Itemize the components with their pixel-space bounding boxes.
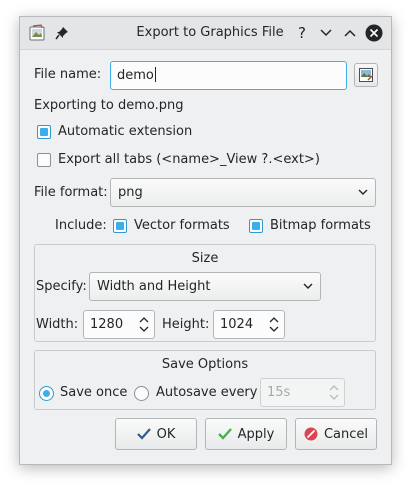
vector-formats-checkbox[interactable] bbox=[113, 219, 127, 233]
width-value: 1280 bbox=[90, 317, 124, 332]
file-name-value: demo bbox=[117, 68, 154, 83]
specify-label: Specify: bbox=[36, 279, 87, 294]
include-label: Include: bbox=[55, 218, 107, 233]
title-bar: Export to Graphics File ? bbox=[20, 17, 391, 50]
bitmap-formats-checkbox[interactable] bbox=[249, 219, 263, 233]
exporting-info: Exporting to demo.png bbox=[34, 98, 184, 113]
chevron-down-icon bbox=[320, 29, 332, 37]
close-button[interactable] bbox=[364, 23, 384, 43]
save-once-label: Save once bbox=[60, 385, 128, 400]
autosave-interval-spinbox[interactable]: 15s bbox=[260, 378, 345, 407]
save-once-radio[interactable] bbox=[39, 386, 54, 401]
apply-label: Apply bbox=[237, 426, 275, 442]
cancel-label: Cancel bbox=[323, 426, 369, 442]
size-group: Size Specify: Width and Height Width: 12… bbox=[34, 244, 376, 342]
close-icon bbox=[365, 24, 383, 42]
apply-button[interactable]: Apply bbox=[205, 418, 287, 450]
height-value: 1024 bbox=[220, 317, 254, 332]
check-green-icon bbox=[217, 428, 232, 440]
export-all-tabs-checkbox[interactable] bbox=[37, 153, 51, 167]
chevron-down-icon bbox=[358, 189, 368, 195]
save-options-group: Save Options Save once Autosave every 15… bbox=[34, 350, 376, 410]
export-all-tabs-label: Export all tabs (<name>_View ?.<ext>) bbox=[58, 152, 320, 167]
automatic-extension-label: Automatic extension bbox=[58, 124, 193, 139]
ok-label: OK bbox=[156, 426, 176, 442]
bitmap-formats-label: Bitmap formats bbox=[270, 218, 371, 233]
automatic-extension-checkbox[interactable] bbox=[37, 125, 51, 139]
specify-value: Width and Height bbox=[97, 279, 211, 294]
minimize-button[interactable] bbox=[316, 23, 336, 43]
file-name-input[interactable]: demo bbox=[110, 61, 347, 90]
export-image-icon[interactable] bbox=[28, 24, 46, 42]
file-format-value: png bbox=[118, 185, 143, 200]
chevron-up-icon bbox=[344, 29, 356, 37]
width-spinbox[interactable]: 1280 bbox=[83, 310, 155, 339]
cancel-icon bbox=[304, 427, 318, 441]
export-dialog: Export to Graphics File ? File name: dem… bbox=[19, 16, 392, 465]
size-group-title: Size bbox=[191, 251, 219, 266]
width-label: Width: bbox=[36, 317, 79, 332]
autosave-interval-value: 15s bbox=[267, 385, 291, 400]
spin-arrows-icon[interactable] bbox=[269, 316, 279, 333]
file-name-label: File name: bbox=[34, 67, 102, 82]
spin-arrows-icon[interactable] bbox=[139, 316, 149, 333]
window-title: Export to Graphics File bbox=[136, 25, 284, 40]
height-label: Height: bbox=[162, 317, 210, 332]
help-icon: ? bbox=[298, 24, 306, 42]
autosave-label: Autosave every bbox=[156, 385, 258, 400]
browse-file-icon bbox=[359, 68, 373, 82]
autosave-radio[interactable] bbox=[134, 386, 149, 401]
height-spinbox[interactable]: 1024 bbox=[213, 310, 285, 339]
pin-icon[interactable] bbox=[54, 25, 70, 41]
browse-button[interactable] bbox=[354, 63, 378, 87]
vector-formats-label: Vector formats bbox=[134, 218, 230, 233]
cancel-button[interactable]: Cancel bbox=[295, 418, 377, 450]
help-button[interactable]: ? bbox=[292, 23, 312, 43]
spin-arrows-icon bbox=[329, 385, 339, 400]
save-options-title: Save Options bbox=[161, 357, 249, 372]
specify-combo[interactable]: Width and Height bbox=[89, 272, 321, 301]
file-format-combo[interactable]: png bbox=[110, 178, 376, 207]
file-format-label: File format: bbox=[34, 185, 108, 200]
chevron-down-icon bbox=[303, 283, 313, 289]
maximize-button[interactable] bbox=[340, 23, 360, 43]
text-caret bbox=[154, 67, 156, 82]
check-icon bbox=[136, 428, 151, 440]
ok-button[interactable]: OK bbox=[115, 418, 197, 450]
